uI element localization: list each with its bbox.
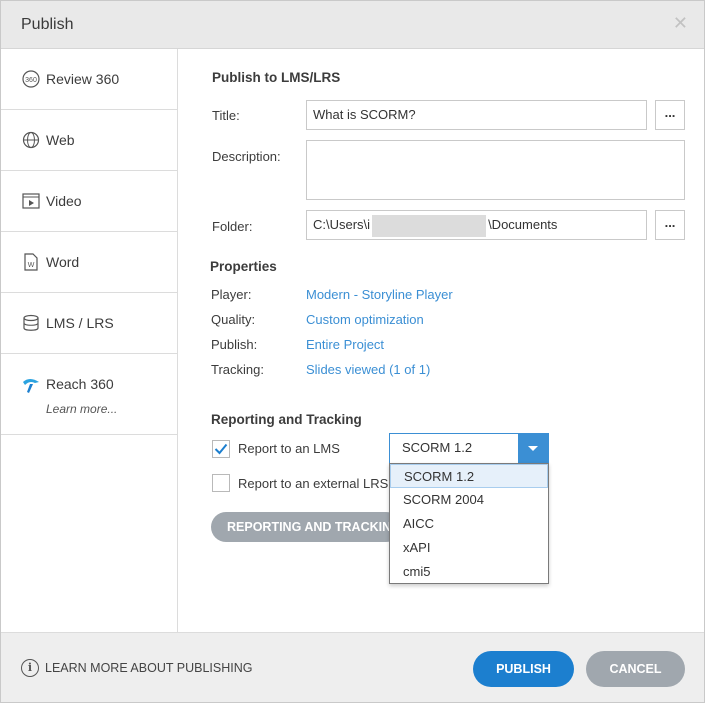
reporting-tracking-button[interactable]: REPORTING AND TRACKING — [211, 512, 401, 542]
dropdown-option-scorm-1-2[interactable]: SCORM 1.2 — [390, 464, 548, 488]
close-icon[interactable]: ✕ — [673, 13, 688, 34]
svg-text:W: W — [28, 262, 35, 269]
dropdown-option-xapi[interactable]: xAPI — [390, 536, 548, 560]
sidebar-item-label: Video — [46, 193, 82, 209]
sidebar-item-word[interactable]: W Word — [1, 232, 178, 293]
quality-link[interactable]: Custom optimization — [306, 312, 424, 327]
dialog-title: Publish — [21, 16, 74, 33]
title-options-button[interactable]: ... — [655, 100, 685, 130]
sidebar-item-label: Reach 360 — [46, 376, 114, 392]
reporting-tracking-heading: Reporting and Tracking — [211, 412, 362, 427]
review-360-icon: 360 — [21, 70, 41, 88]
reach-360-learn-more-link[interactable]: Learn more... — [46, 402, 117, 416]
publish-to-lms-heading: Publish to LMS/LRS — [212, 70, 341, 85]
folder-input[interactable]: C:\Users\i \Documents — [306, 210, 647, 240]
sidebar-item-label: Word — [46, 254, 80, 270]
report-lms-label: Report to an LMS — [238, 441, 340, 456]
reach-360-icon — [21, 376, 41, 394]
checkmark-icon — [214, 443, 228, 455]
learn-more-label: LEARN MORE ABOUT PUBLISHING — [45, 661, 253, 675]
sidebar-item-review-360[interactable]: 360 Review 360 — [1, 49, 178, 110]
tracking-label: Tracking: — [211, 362, 264, 377]
lms-standard-select[interactable]: SCORM 1.2 — [389, 433, 549, 464]
tracking-link[interactable]: Slides viewed (1 of 1) — [306, 362, 430, 377]
properties-heading: Properties — [210, 259, 277, 274]
cancel-button[interactable]: CANCEL — [586, 651, 685, 687]
selected-standard: SCORM 1.2 — [402, 440, 473, 455]
description-input[interactable] — [306, 140, 685, 200]
svg-text:360: 360 — [25, 77, 37, 84]
dropdown-option-aicc[interactable]: AICC — [390, 512, 548, 536]
report-lms-checkbox[interactable] — [212, 440, 230, 458]
player-label: Player: — [211, 287, 252, 302]
redacted-username — [372, 214, 487, 237]
globe-icon — [21, 131, 41, 149]
dialog-footer: i LEARN MORE ABOUT PUBLISHING PUBLISH CA… — [1, 632, 704, 702]
sidebar-item-label: Review 360 — [46, 71, 120, 87]
title-input[interactable]: What is SCORM? — [306, 100, 647, 130]
dropdown-option-cmi5[interactable]: cmi5 — [390, 560, 548, 584]
sidebar-item-video[interactable]: Video — [1, 171, 178, 232]
player-link[interactable]: Modern - Storyline Player — [306, 287, 453, 302]
title-bar: Publish ✕ — [1, 1, 704, 49]
info-icon: i — [21, 659, 39, 677]
description-label: Description: — [212, 149, 281, 164]
sidebar-item-reach-360[interactable]: Reach 360 Learn more... — [1, 354, 178, 435]
sidebar-item-label: Web — [46, 132, 75, 148]
sidebar-item-web[interactable]: Web — [1, 110, 178, 171]
learn-more-link[interactable]: i LEARN MORE ABOUT PUBLISHING — [21, 659, 252, 677]
dropdown-option-scorm-2004[interactable]: SCORM 2004 — [390, 488, 548, 512]
publish-scope-link[interactable]: Entire Project — [306, 337, 384, 352]
publish-label: Publish: — [211, 337, 258, 352]
sidebar-item-lms-lrs[interactable]: LMS / LRS — [1, 293, 178, 354]
quality-label: Quality: — [211, 312, 256, 327]
folder-path-suffix: \Documents — [488, 217, 558, 232]
publish-button[interactable]: PUBLISH — [473, 651, 574, 687]
video-icon — [21, 192, 41, 210]
publish-dialog: Publish ✕ 360 Review 360 Web Video W Wor… — [0, 0, 705, 703]
publish-target-sidebar: 360 Review 360 Web Video W Word LMS / LR… — [1, 49, 178, 632]
word-document-icon: W — [21, 253, 41, 271]
folder-path-prefix: C:\Users\i — [313, 217, 371, 232]
title-label: Title: — [212, 108, 240, 123]
folder-label: Folder: — [212, 219, 253, 234]
browse-folder-button[interactable]: ... — [655, 210, 685, 240]
report-lrs-label: Report to an external LRS — [238, 476, 389, 491]
sidebar-item-label: LMS / LRS — [46, 315, 114, 331]
report-lrs-checkbox[interactable] — [212, 474, 230, 492]
lms-standard-dropdown: SCORM 1.2 SCORM 2004 AICC xAPI cmi5 — [389, 463, 549, 584]
chevron-down-icon[interactable] — [518, 434, 548, 463]
database-icon — [21, 314, 41, 332]
